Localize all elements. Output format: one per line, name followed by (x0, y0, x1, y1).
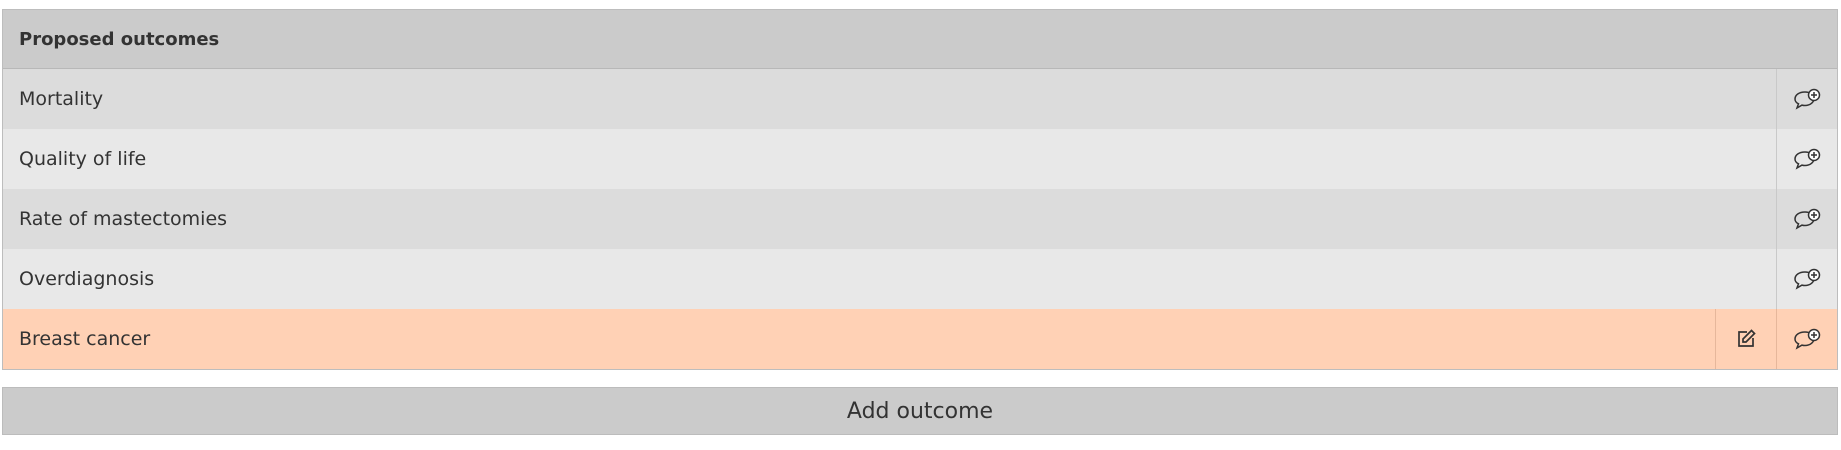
add-comment-button[interactable] (1776, 249, 1837, 309)
outcome-label: Rate of mastectomies (19, 208, 228, 230)
add-comment-button[interactable] (1776, 309, 1837, 369)
outcome-row-quality-of-life: Quality of life (3, 129, 1837, 189)
comment-add-icon (1792, 208, 1822, 230)
proposed-outcomes-panel: Proposed outcomes Mortality Quality of l… (2, 9, 1838, 370)
comment-add-icon (1792, 148, 1822, 170)
comment-add-icon (1792, 328, 1822, 350)
panel-title: Proposed outcomes (3, 10, 1837, 69)
outcome-row-rate-of-mastectomies: Rate of mastectomies (3, 189, 1837, 249)
add-comment-button[interactable] (1776, 189, 1837, 249)
add-comment-button[interactable] (1776, 129, 1837, 189)
outcome-label: Breast cancer (19, 328, 151, 350)
comment-add-icon (1792, 268, 1822, 290)
edit-outcome-button[interactable] (1715, 309, 1776, 369)
outcome-row-breast-cancer: Breast cancer (3, 309, 1837, 369)
add-comment-button[interactable] (1776, 69, 1837, 129)
edit-icon (1734, 327, 1758, 351)
add-outcome-button[interactable]: Add outcome (2, 387, 1838, 435)
comment-add-icon (1792, 88, 1822, 110)
outcome-label: Mortality (19, 88, 104, 110)
outcome-label: Quality of life (19, 148, 147, 170)
outcome-label: Overdiagnosis (19, 268, 155, 290)
outcome-row-mortality: Mortality (3, 69, 1837, 129)
outcome-row-overdiagnosis: Overdiagnosis (3, 249, 1837, 309)
